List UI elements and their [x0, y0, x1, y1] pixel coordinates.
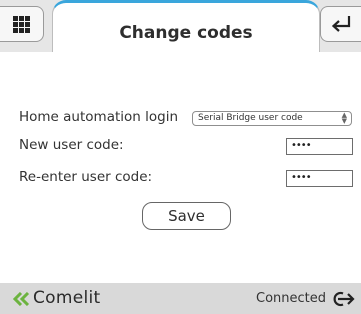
return-arrow-icon [331, 16, 351, 32]
connection-status: Connected [256, 291, 327, 306]
comelit-chevron-icon [13, 292, 30, 306]
page-title: Change codes [119, 23, 253, 43]
logout-arrow-icon[interactable] [331, 290, 355, 308]
reenter-code-field[interactable]: •••• [286, 170, 353, 187]
home-automation-select[interactable]: Serial Bridge user code ▲ ▼ [192, 111, 352, 126]
top-bar: Change codes [0, 0, 361, 52]
back-button[interactable] [320, 6, 361, 42]
home-automation-selected-value: Serial Bridge user code [198, 113, 303, 123]
new-code-label: New user code: [19, 137, 124, 153]
title-tab: Change codes [52, 0, 320, 52]
new-code-field[interactable]: •••• [286, 138, 353, 155]
home-automation-label: Home automation login [19, 109, 179, 125]
select-arrows-icon: ▲ ▼ [341, 111, 347, 125]
footer: Comelit Connected [0, 283, 361, 314]
grid-icon [13, 16, 30, 33]
menu-button[interactable] [0, 6, 44, 42]
reenter-code-label: Re-enter user code: [19, 169, 153, 185]
main-content: Home automation login Serial Bridge user… [0, 52, 361, 283]
brand-name: Comelit [33, 288, 101, 308]
save-button[interactable]: Save [142, 202, 231, 230]
